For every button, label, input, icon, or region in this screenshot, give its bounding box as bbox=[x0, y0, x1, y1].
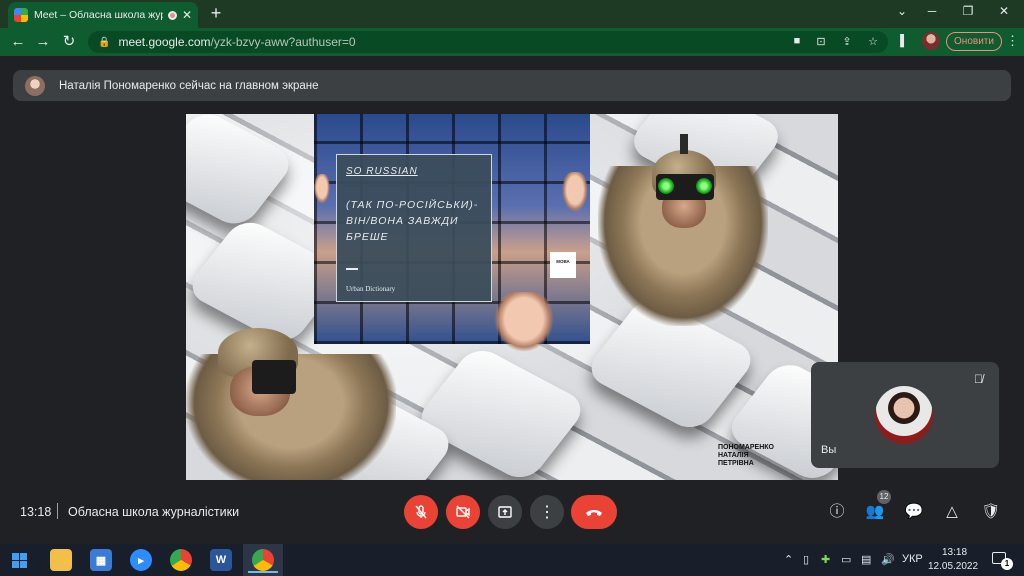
card-body: (ТАК ПО-РОСІЙСЬКИ)- ВІН/ВОНА ЗАВЖДИ БРЕШ… bbox=[346, 199, 479, 243]
file-explorer-icon[interactable] bbox=[50, 549, 72, 571]
binocular-lens bbox=[696, 178, 712, 194]
self-label: Вы bbox=[821, 444, 837, 456]
meeting-info-icon[interactable]: ⓘ bbox=[826, 501, 848, 523]
lock-icon: 🔒 bbox=[98, 36, 111, 48]
zoom-icon[interactable]: ▸ bbox=[130, 549, 152, 571]
quote-card: SO RUSSIAN (ТАК ПО-РОСІЙСЬКИ)- ВІН/ВОНА … bbox=[336, 154, 492, 302]
mic-off-icon: 🎙̸ bbox=[974, 372, 983, 386]
leave-call-button[interactable] bbox=[571, 495, 617, 529]
present-button[interactable] bbox=[488, 495, 522, 529]
face-image bbox=[314, 174, 330, 204]
face-image bbox=[562, 172, 588, 212]
hang-up-icon bbox=[586, 510, 602, 516]
more-options-button[interactable]: ⋮ bbox=[530, 495, 564, 529]
more-vert-icon: ⋮ bbox=[539, 504, 555, 521]
tab-title: Meet – Обласна школа журналістики bbox=[34, 9, 163, 21]
binoculars-image bbox=[252, 360, 296, 394]
share-icon[interactable]: ⇪ bbox=[839, 35, 855, 48]
tab-search-icon[interactable]: ⌄ bbox=[892, 4, 912, 18]
people-count-badge: 12 bbox=[877, 490, 891, 504]
minimize-icon[interactable]: ─ bbox=[922, 4, 942, 18]
profile-avatar[interactable] bbox=[922, 32, 940, 50]
camera-icon[interactable]: ■ bbox=[789, 35, 805, 47]
taskbar-date[interactable]: 12.05.2022 bbox=[928, 561, 978, 572]
people-icon[interactable]: 👥 bbox=[864, 501, 886, 523]
tray-overflow-icon[interactable]: ⌃ bbox=[784, 553, 793, 566]
language-indicator[interactable]: УКР bbox=[902, 553, 923, 565]
notification-badge: 1 bbox=[1001, 558, 1013, 570]
translate-icon[interactable]: ⊡ bbox=[813, 35, 829, 48]
camera-off-icon bbox=[456, 505, 470, 519]
binocular-lens bbox=[658, 178, 674, 194]
meeting-clock: 13:18 bbox=[20, 505, 52, 519]
bookmark-star-icon[interactable]: ☆ bbox=[865, 35, 881, 48]
chrome-icon[interactable] bbox=[170, 549, 192, 571]
tray-usb-icon[interactable]: ▯ bbox=[803, 553, 809, 566]
card-divider bbox=[346, 268, 358, 270]
meeting-name: Обласна школа журналістики bbox=[68, 505, 240, 519]
camera-toggle-button[interactable] bbox=[446, 495, 480, 529]
new-tab-button[interactable]: + bbox=[206, 4, 226, 22]
mic-toggle-button[interactable] bbox=[404, 495, 438, 529]
card-title: SO RUSSIAN bbox=[346, 166, 418, 177]
presenter-banner-text: Наталія Пономаренко сейчас на главном эк… bbox=[59, 79, 319, 92]
reload-icon[interactable]: ↻ bbox=[59, 33, 79, 51]
active-indicator bbox=[248, 571, 278, 573]
forward-icon[interactable]: → bbox=[33, 33, 53, 51]
restore-icon[interactable]: ❐ bbox=[958, 4, 978, 18]
volume-icon[interactable]: 🔊 bbox=[881, 553, 895, 566]
divider bbox=[57, 503, 58, 519]
mova-logo: МОВА bbox=[550, 252, 576, 278]
taskbar-time[interactable]: 13:18 bbox=[942, 547, 967, 558]
windows-start-icon[interactable] bbox=[11, 552, 27, 568]
recording-icon bbox=[167, 10, 177, 20]
self-avatar bbox=[875, 386, 933, 444]
chrome-active-icon[interactable] bbox=[252, 549, 274, 571]
url-text: meet.google.com/yzk-bzvy-aww?authuser=0 bbox=[118, 35, 355, 49]
self-video-tile[interactable]: 🎙̸ Вы bbox=[811, 362, 999, 468]
tray-app-icon[interactable]: ✚ bbox=[821, 553, 830, 566]
presenter-banner: Наталія Пономаренко сейчас на главном эк… bbox=[13, 70, 1011, 101]
presenter-avatar bbox=[25, 75, 45, 96]
store-icon[interactable]: ▦ bbox=[90, 549, 112, 571]
browser-menu-icon[interactable]: ⋮ bbox=[1006, 33, 1019, 49]
activities-icon[interactable]: △ bbox=[941, 501, 963, 523]
author-signature: ПОНОМАРЕНКО НАТАЛІЯ ПЕТРІВНА bbox=[718, 444, 774, 467]
present-screen-icon bbox=[498, 506, 512, 518]
back-icon[interactable]: ← bbox=[8, 33, 28, 51]
close-tab-icon[interactable]: ✕ bbox=[182, 8, 192, 22]
url-host: meet.google.com bbox=[118, 35, 211, 49]
mic-off-icon bbox=[415, 505, 427, 519]
url-path: /yzk-bzvy-aww?authuser=0 bbox=[210, 35, 356, 49]
face-image bbox=[494, 292, 554, 352]
close-window-icon[interactable]: ✕ bbox=[994, 4, 1014, 18]
sidebar-icon[interactable]: ▌ bbox=[896, 35, 912, 47]
update-button[interactable]: Оновити bbox=[946, 32, 1002, 51]
network-icon[interactable]: ▤ bbox=[861, 553, 871, 566]
helmet-mount bbox=[680, 134, 688, 154]
shared-screen: SO RUSSIAN (ТАК ПО-РОСІЙСЬКИ)- ВІН/ВОНА … bbox=[186, 114, 838, 480]
word-icon[interactable]: W bbox=[210, 549, 232, 571]
meet-favicon-icon bbox=[14, 8, 28, 22]
battery-icon[interactable]: ▭ bbox=[841, 553, 851, 566]
keyboard-key bbox=[186, 114, 298, 231]
address-bar[interactable]: 🔒 meet.google.com/yzk-bzvy-aww?authuser=… bbox=[88, 31, 888, 53]
browser-tab[interactable]: Meet – Обласна школа журналістики ✕ bbox=[8, 2, 198, 28]
chat-icon[interactable]: 💬 bbox=[903, 501, 925, 523]
host-controls-icon[interactable]: 🛡 bbox=[980, 501, 1002, 523]
card-source: Urban Dictionary bbox=[346, 285, 396, 293]
